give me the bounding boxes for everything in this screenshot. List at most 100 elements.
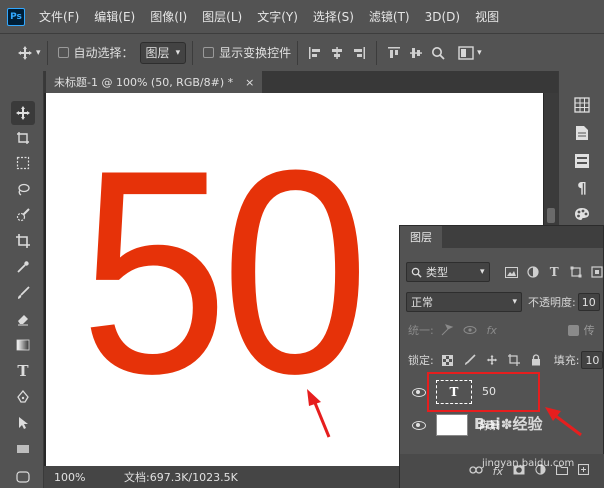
lock-all-icon[interactable] [528, 352, 544, 368]
menu-bar: Ps 文件(F) 编辑(E) 图像(I) 图层(L) 文字(Y) 选择(S) 滤… [0, 0, 604, 33]
watermark-brand-text-2: 经验 [512, 415, 543, 433]
brush-tool-icon[interactable] [11, 281, 35, 305]
unify-style-icon[interactable]: fx [484, 322, 500, 338]
layers-panel: 图层 类型 ▾ T 正常 ▾ 不透明度: 10 统一: fx 传 锁定: 填充:… [399, 225, 604, 488]
layers-panel-tab-bar: 图层 [400, 226, 603, 248]
show-transform-label: 显示变换控件 [219, 46, 292, 60]
chevron-down-icon[interactable]: ▾ [477, 48, 482, 58]
rectangle-tool-icon[interactable] [11, 437, 35, 461]
separator [297, 40, 299, 65]
visibility-eye-icon[interactable] [412, 420, 426, 430]
visibility-eye-icon[interactable] [412, 387, 426, 397]
menu-type[interactable]: 文字(Y) [257, 8, 298, 25]
document-info: 文档:697.3K/1023.5K [124, 471, 238, 484]
align-top-icon[interactable] [383, 42, 405, 64]
zoom-level[interactable]: 100% [54, 471, 96, 484]
highlight-box [427, 372, 540, 412]
background-layer-thumbnail [436, 413, 468, 436]
lock-artboard-icon[interactable] [506, 352, 522, 368]
eyedropper-tool-icon[interactable] [11, 255, 35, 279]
menu-view[interactable]: 视图 [475, 8, 499, 25]
search-icon[interactable] [427, 42, 449, 64]
blend-mode-dropdown[interactable]: 正常 ▾ [406, 292, 522, 312]
paragraph-panel-icon[interactable]: ¶ [572, 178, 592, 198]
align-left-icon[interactable] [304, 42, 326, 64]
menu-image[interactable]: 图像(I) [150, 8, 187, 25]
link-layers-icon[interactable] [468, 465, 483, 478]
menu-edit[interactable]: 编辑(E) [94, 8, 135, 25]
auto-select-target-value: 图层 [145, 46, 170, 60]
move-tool-icon[interactable] [11, 101, 35, 125]
menu-file[interactable]: 文件(F) [39, 8, 79, 25]
propagate-checkbox[interactable] [567, 324, 579, 336]
marquee-tool-icon[interactable] [11, 151, 35, 175]
menu-filter[interactable]: 滤镜(T) [369, 8, 410, 25]
document-tab[interactable]: 未标题-1 @ 100% (50, RGB/8#) * × [46, 71, 263, 93]
grid-panel-icon[interactable] [572, 95, 592, 115]
chevron-down-icon: ▾ [512, 297, 517, 307]
scrollbar-thumb[interactable] [547, 208, 555, 223]
separator [192, 40, 194, 65]
menu-3d[interactable]: 3D(D) [425, 10, 460, 24]
smart-object-filter-icon[interactable] [590, 264, 604, 280]
lock-position-icon[interactable] [484, 352, 500, 368]
workspace-icon[interactable] [455, 42, 477, 64]
path-select-tool-icon[interactable] [11, 411, 35, 435]
opacity-label: 不透明度: [528, 296, 576, 309]
unify-visibility-icon[interactable] [462, 322, 478, 338]
watermark-url: jingyan.baidu.com [482, 458, 575, 469]
canvas-text-layer[interactable]: 50 [80, 127, 369, 417]
fill-input[interactable]: 10 [581, 351, 604, 369]
unify-label: 统一: [408, 324, 434, 337]
auto-select-label: 自动选择： [73, 46, 134, 60]
show-transform-checkbox[interactable] [203, 47, 215, 58]
watermark-brand: Bai✽经验 [474, 413, 542, 434]
type-filter-icon[interactable]: T [547, 264, 562, 280]
fill-label: 填充: [553, 354, 580, 367]
document-panel-icon[interactable] [572, 123, 592, 143]
quick-select-tool-icon[interactable] [11, 203, 35, 227]
tab-layers[interactable]: 图层 [400, 226, 442, 248]
blend-mode-row: 正常 ▾ 不透明度: 10 [400, 292, 604, 312]
propagate-label: 传 [583, 324, 595, 337]
align-middle-icon[interactable] [405, 42, 427, 64]
artboard-tool-icon[interactable] [11, 126, 35, 150]
pen-tool-icon[interactable] [11, 385, 35, 409]
lock-transparency-icon[interactable] [440, 352, 456, 368]
layer-filter-dropdown[interactable]: 类型 ▾ [406, 262, 490, 282]
chevron-down-icon[interactable]: ▾ [36, 48, 41, 58]
blend-mode-value: 正常 [411, 296, 433, 309]
new-layer-icon[interactable] [577, 463, 590, 478]
auto-select-checkbox[interactable] [57, 47, 69, 58]
menu-select[interactable]: 选择(S) [313, 8, 354, 25]
adjustment-filter-icon[interactable] [525, 264, 540, 280]
opacity-input[interactable]: 10 [577, 293, 600, 311]
layer-filter-value: 类型 [426, 266, 448, 279]
crop-tool-icon[interactable] [11, 229, 35, 253]
menu-layer[interactable]: 图层(L) [202, 8, 242, 25]
lock-pixels-icon[interactable] [462, 352, 478, 368]
lasso-tool-icon[interactable] [11, 177, 35, 201]
gradient-tool-icon[interactable] [11, 333, 35, 357]
quick-mask-icon[interactable] [11, 465, 35, 488]
swatches-panel-icon[interactable] [572, 204, 592, 224]
align-right-icon[interactable] [348, 42, 370, 64]
document-tab-title: 未标题-1 @ 100% (50, RGB/8#) * [54, 76, 234, 89]
options-bar: ▾ 自动选择： 图层 ▾ 显示变换控件 ▾ [0, 33, 604, 71]
shape-filter-icon[interactable] [568, 264, 583, 280]
lock-label: 锁定: [408, 354, 434, 367]
unify-position-icon[interactable] [440, 322, 456, 338]
move-tool-icon[interactable] [14, 42, 36, 64]
photoshop-logo: Ps [7, 7, 25, 26]
layer-filter-row: 类型 ▾ T [400, 262, 604, 282]
close-icon[interactable]: × [245, 76, 254, 89]
search-icon [411, 267, 422, 278]
auto-select-target-dropdown[interactable]: 图层 ▾ [139, 41, 187, 64]
properties-panel-icon[interactable] [572, 151, 592, 171]
type-tool-icon[interactable]: T [11, 359, 35, 383]
eraser-tool-icon[interactable] [11, 307, 35, 331]
image-filter-icon[interactable] [504, 264, 519, 280]
unify-row: 统一: fx 传 [400, 322, 604, 338]
align-center-icon[interactable] [326, 42, 348, 64]
watermark-brand-text: Bai [474, 415, 501, 433]
